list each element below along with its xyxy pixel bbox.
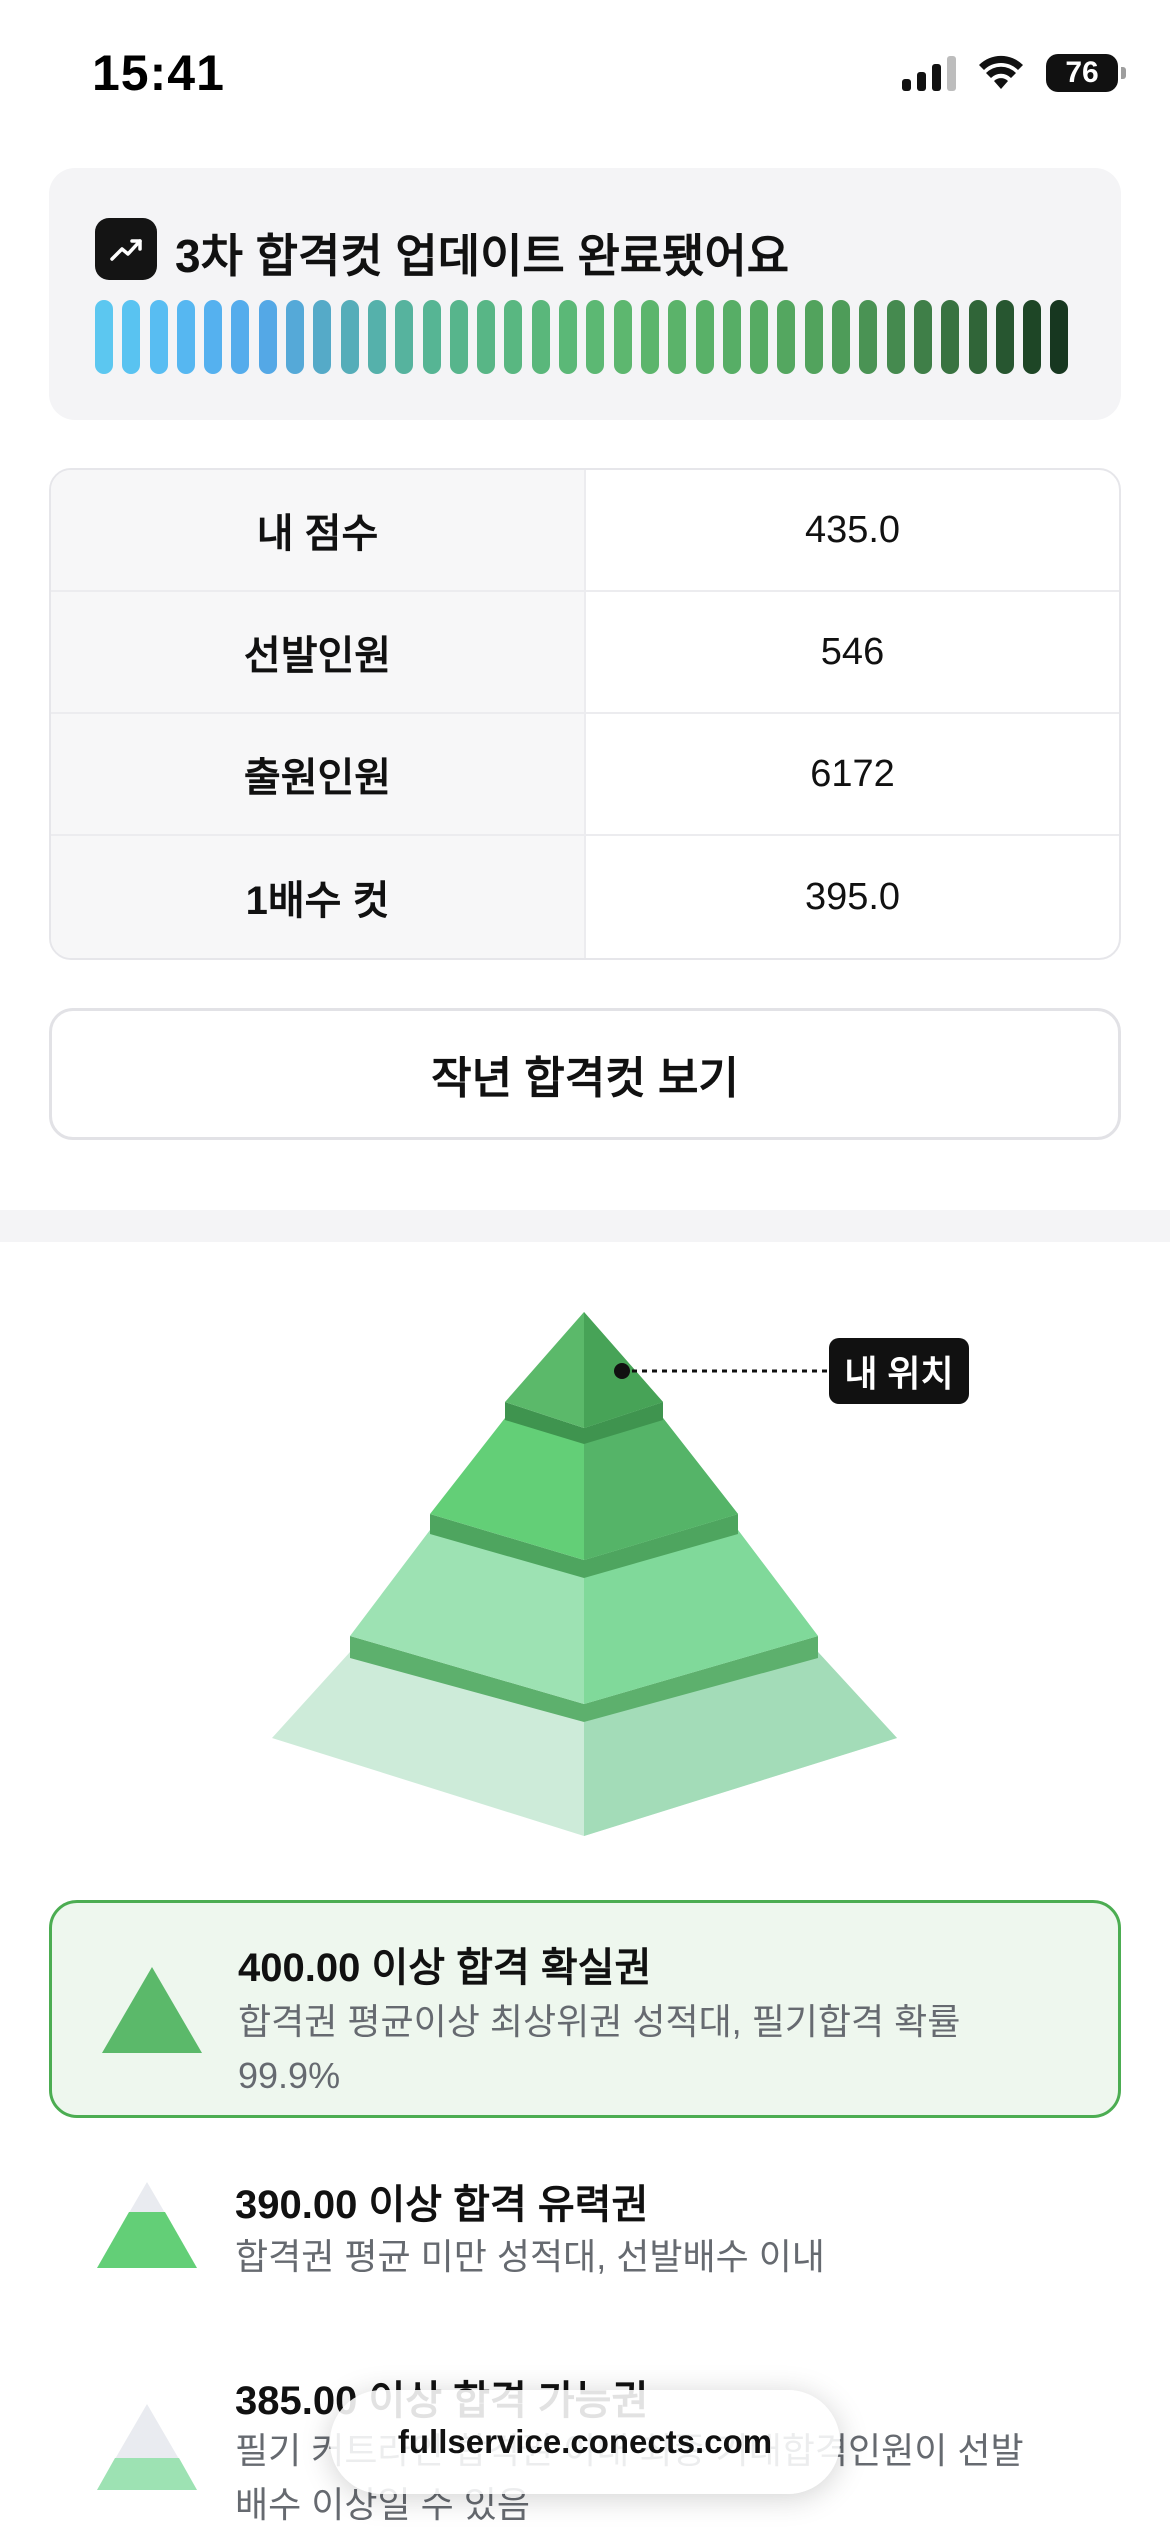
prev-year-cutoff-button[interactable]: 작년 합격컷 보기	[49, 1008, 1121, 1140]
progress-bar-segment	[640, 300, 659, 374]
row-label: 출원인원	[51, 714, 586, 834]
cellular-signal-icon	[902, 55, 956, 91]
progress-bar-segment	[313, 300, 332, 374]
progress-bar-segment	[695, 300, 714, 374]
row-label: 내 점수	[51, 470, 586, 590]
progress-bar-segment	[531, 300, 550, 374]
progress-bar-segment	[149, 300, 168, 374]
row-value: 395.0	[804, 875, 901, 918]
level-card-likely: 390.00 이상 합격 유력권 합격권 평균 미만 성적대, 선발배수 이내	[49, 2150, 1121, 2300]
status-icons: 76	[902, 50, 1126, 96]
pyramid-level-icon	[97, 2404, 197, 2490]
table-row: 선발인원 546	[51, 592, 1119, 714]
progress-bars	[95, 300, 1069, 374]
position-dot	[614, 1363, 630, 1379]
table-row: 1배수 컷 395.0	[51, 836, 1119, 958]
level-title: 390.00 이상 합격 유력권	[235, 2183, 649, 2227]
progress-bar-segment	[258, 300, 277, 374]
progress-bar-segment	[586, 300, 605, 374]
progress-bar-segment	[95, 300, 113, 374]
progress-bar-segment	[886, 300, 905, 374]
progress-bar-segment	[559, 300, 578, 374]
progress-bar-segment	[613, 300, 632, 374]
progress-bar-segment	[477, 300, 496, 374]
progress-bar-segment	[286, 300, 305, 374]
score-info-table: 내 점수 435.0 선발인원 546 출원인원 6172 1배수 컷 395.…	[49, 468, 1121, 960]
level-desc-2: 99.9%	[238, 2055, 341, 2096]
status-time: 15:41	[92, 45, 225, 101]
row-value: 6172	[810, 752, 895, 795]
progress-bar-segment	[722, 300, 741, 374]
row-value: 546	[820, 630, 885, 673]
progress-bar-segment	[804, 300, 823, 374]
browser-url-bar[interactable]: fullservice.conects.com	[330, 2390, 840, 2494]
table-row: 출원인원 6172	[51, 714, 1119, 836]
progress-bar-segment	[340, 300, 359, 374]
progress-bar-segment	[1050, 300, 1069, 374]
update-banner: 3차 합격컷 업데이트 완료됐어요	[49, 168, 1121, 420]
progress-bar-segment	[668, 300, 687, 374]
table-row: 내 점수 435.0	[51, 470, 1119, 592]
section-divider	[0, 1210, 1170, 1242]
level-desc: 합격권 평균이상 최상위권 성적대, 필기합격 확률	[238, 2001, 961, 2042]
progress-bar-segment	[1023, 300, 1042, 374]
progress-bar-segment	[913, 300, 932, 374]
progress-bar-segment	[449, 300, 468, 374]
pyramid-level-icon	[97, 2182, 197, 2268]
pyramid-illustration	[272, 1312, 897, 1836]
wifi-icon	[979, 55, 1023, 89]
progress-bar-segment	[995, 300, 1014, 374]
status-bar: 15:41 76	[0, 0, 1170, 150]
progress-bar-segment	[395, 300, 414, 374]
my-position-tag: 내 위치	[829, 1338, 969, 1404]
progress-bar-segment	[204, 300, 223, 374]
progress-bar-segment	[859, 300, 878, 374]
row-label: 선발인원	[51, 592, 586, 712]
progress-bar-segment	[176, 300, 195, 374]
level-card-certain: 400.00 이상 합격 확실권 합격권 평균이상 최상위권 성적대, 필기합격…	[49, 1900, 1121, 2118]
progress-bar-segment	[832, 300, 851, 374]
progress-bar-segment	[968, 300, 987, 374]
banner-title: 3차 합격컷 업데이트 완료됐어요	[175, 230, 790, 282]
progress-bar-segment	[231, 300, 250, 374]
progress-bar-segment	[941, 300, 960, 374]
level-title: 400.00 이상 합격 확실권	[238, 1946, 652, 1990]
progress-bar-segment	[777, 300, 796, 374]
row-value: 435.0	[804, 508, 901, 551]
level-desc: 합격권 평균 미만 성적대, 선발배수 이내	[235, 2236, 825, 2277]
progress-bar-segment	[422, 300, 441, 374]
row-label: 1배수 컷	[51, 836, 586, 958]
progress-bar-segment	[504, 300, 523, 374]
progress-bar-segment	[750, 300, 769, 374]
battery-icon: 76	[1046, 54, 1126, 92]
progress-bar-segment	[122, 300, 141, 374]
progress-bar-segment	[367, 300, 386, 374]
pyramid-level-icon	[102, 1967, 202, 2053]
trending-up-icon	[95, 218, 157, 280]
